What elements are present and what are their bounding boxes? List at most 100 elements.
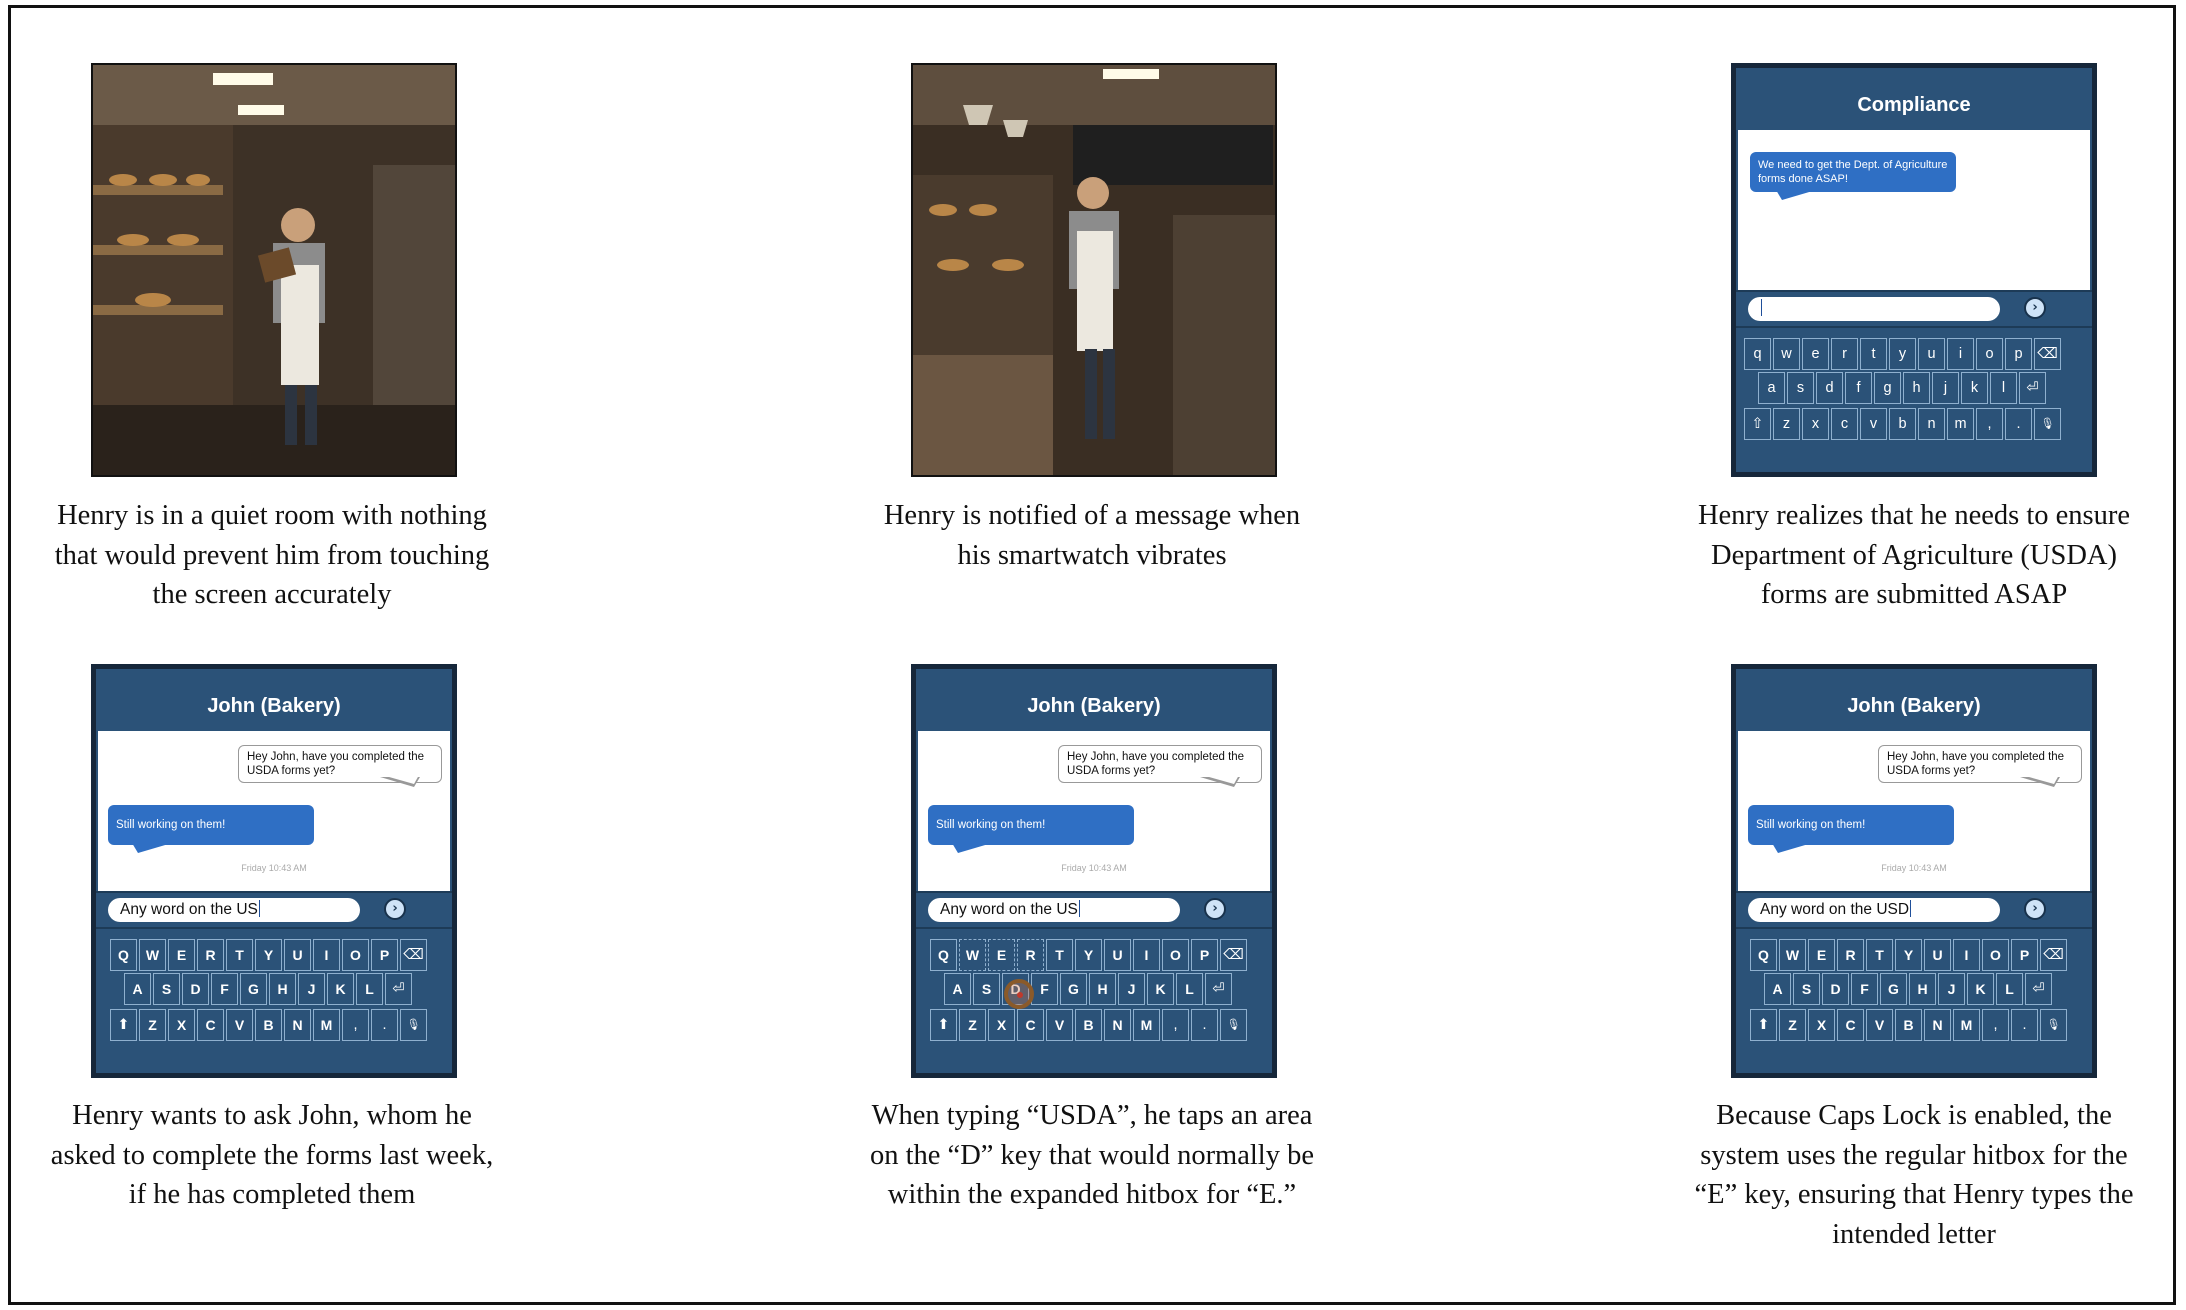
key-F[interactable]: F [211,973,238,1005]
key-X[interactable]: X [988,1009,1015,1041]
key-d[interactable]: d [1816,372,1843,404]
key-X[interactable]: X [168,1009,195,1041]
key-f[interactable]: f [1845,372,1872,404]
key-L[interactable]: L [356,973,383,1005]
key-Z[interactable]: Z [1779,1009,1806,1041]
key-A[interactable]: A [124,973,151,1005]
key-N[interactable]: N [1104,1009,1131,1041]
key-P[interactable]: P [1191,939,1218,971]
key-F[interactable]: F [1031,973,1058,1005]
key-B[interactable]: B [1895,1009,1922,1041]
key-c[interactable]: c [1831,408,1858,440]
caps-lock-icon[interactable]: ⬆ [1750,1009,1777,1041]
key-a[interactable]: a [1758,372,1785,404]
key-T[interactable]: T [1046,939,1073,971]
key-V[interactable]: V [1046,1009,1073,1041]
return-icon[interactable]: ⏎ [2025,973,2052,1005]
message-input[interactable]: Any word on the USD [1748,898,2000,922]
key-D[interactable]: D [1822,973,1849,1005]
return-icon[interactable]: ⏎ [1205,973,1232,1005]
key-T[interactable]: T [1866,939,1893,971]
key-j[interactable]: j [1932,372,1959,404]
key-L[interactable]: L [1176,973,1203,1005]
backspace-icon[interactable]: ⌫ [400,939,427,971]
key-W[interactable]: W [139,939,166,971]
key-C[interactable]: C [1837,1009,1864,1041]
key-G[interactable]: G [1880,973,1907,1005]
key-Z[interactable]: Z [959,1009,986,1041]
key-U[interactable]: U [284,939,311,971]
key-O[interactable]: O [342,939,369,971]
key-i[interactable]: i [1947,338,1974,370]
microphone-icon[interactable]: 🎙 [2040,1009,2067,1041]
backspace-icon[interactable]: ⌫ [2034,338,2061,370]
send-arrow-icon[interactable]: › [2024,297,2046,319]
message-input[interactable]: Any word on the US [928,898,1180,922]
key-M[interactable]: M [1133,1009,1160,1041]
key-V[interactable]: V [226,1009,253,1041]
key-g[interactable]: g [1874,372,1901,404]
key-L[interactable]: L [1996,973,2023,1005]
key-I[interactable]: I [313,939,340,971]
key-F[interactable]: F [1851,973,1878,1005]
key-I[interactable]: I [1953,939,1980,971]
key-Y[interactable]: Y [255,939,282,971]
key-Q[interactable]: Q [1750,939,1777,971]
key-K[interactable]: K [1967,973,1994,1005]
key-E[interactable]: E [988,939,1015,971]
key-period[interactable]: . [371,1009,398,1041]
key-h[interactable]: h [1903,372,1930,404]
key-v[interactable]: v [1860,408,1887,440]
key-u[interactable]: u [1918,338,1945,370]
microphone-icon[interactable]: 🎙 [1220,1009,1247,1041]
key-S[interactable]: S [1793,973,1820,1005]
key-comma[interactable]: , [1976,408,2003,440]
key-I[interactable]: I [1133,939,1160,971]
key-J[interactable]: J [1938,973,1965,1005]
shift-icon[interactable]: ⇧ [1744,408,1771,440]
key-b[interactable]: b [1889,408,1916,440]
key-Z[interactable]: Z [139,1009,166,1041]
key-U[interactable]: U [1924,939,1951,971]
key-P[interactable]: P [2011,939,2038,971]
key-P[interactable]: P [371,939,398,971]
key-V[interactable]: V [1866,1009,1893,1041]
key-J[interactable]: J [298,973,325,1005]
key-G[interactable]: G [240,973,267,1005]
key-O[interactable]: O [1982,939,2009,971]
key-N[interactable]: N [1924,1009,1951,1041]
key-comma[interactable]: , [1982,1009,2009,1041]
key-W[interactable]: W [959,939,986,971]
key-Y[interactable]: Y [1895,939,1922,971]
key-p[interactable]: p [2005,338,2032,370]
key-A[interactable]: A [1764,973,1791,1005]
key-k[interactable]: k [1961,372,1988,404]
key-C[interactable]: C [1017,1009,1044,1041]
caps-lock-icon[interactable]: ⬆ [110,1009,137,1041]
key-U[interactable]: U [1104,939,1131,971]
send-arrow-icon[interactable]: › [1204,898,1226,920]
key-J[interactable]: J [1118,973,1145,1005]
key-w[interactable]: w [1773,338,1800,370]
key-e[interactable]: e [1802,338,1829,370]
return-icon[interactable]: ⏎ [2019,372,2046,404]
key-y[interactable]: y [1889,338,1916,370]
key-S[interactable]: S [153,973,180,1005]
backspace-icon[interactable]: ⌫ [1220,939,1247,971]
key-x[interactable]: x [1802,408,1829,440]
key-K[interactable]: K [327,973,354,1005]
key-Y[interactable]: Y [1075,939,1102,971]
key-comma[interactable]: , [1162,1009,1189,1041]
key-l[interactable]: l [1990,372,2017,404]
key-n[interactable]: n [1918,408,1945,440]
key-period[interactable]: . [2011,1009,2038,1041]
backspace-icon[interactable]: ⌫ [2040,939,2067,971]
message-input[interactable] [1748,297,2000,321]
key-H[interactable]: H [269,973,296,1005]
key-M[interactable]: M [1953,1009,1980,1041]
key-period[interactable]: . [1191,1009,1218,1041]
key-E[interactable]: E [1808,939,1835,971]
key-r[interactable]: r [1831,338,1858,370]
key-z[interactable]: z [1773,408,1800,440]
key-Q[interactable]: Q [110,939,137,971]
